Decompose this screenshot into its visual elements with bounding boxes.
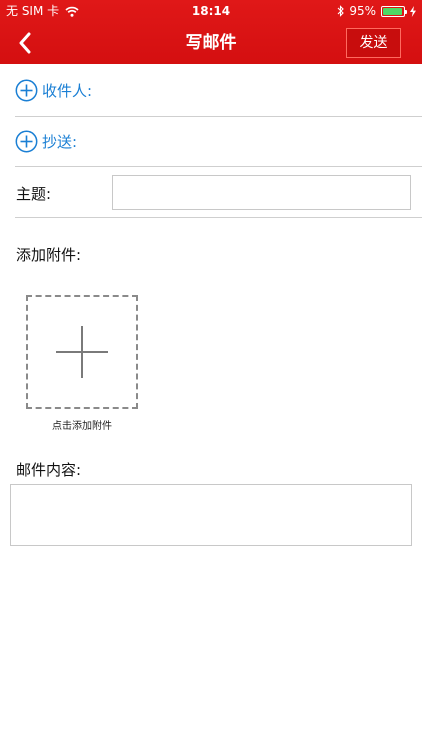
add-cc-button[interactable]: 抄送:	[15, 130, 77, 153]
cc-label: 抄送:	[42, 133, 78, 151]
battery-icon	[381, 5, 407, 17]
header: 无 SIM 卡 18:14 95% 写邮件 发送	[0, 0, 422, 64]
mail-content-input[interactable]	[10, 484, 412, 546]
add-recipient-button[interactable]: 收件人:	[15, 79, 92, 102]
content-label: 邮件内容:	[16, 461, 82, 479]
subject-row: 主题:	[15, 167, 422, 218]
battery-percent: 95%	[349, 4, 376, 18]
cc-row: 抄送:	[15, 117, 422, 167]
attachment-hint: 点击添加附件	[52, 421, 112, 432]
bluetooth-icon	[337, 5, 345, 17]
battery-fill	[383, 7, 402, 15]
plus-icon	[56, 326, 108, 378]
status-bar: 无 SIM 卡 18:14 95%	[0, 0, 422, 22]
recipient-label: 收件人:	[42, 82, 93, 100]
send-button[interactable]: 发送	[346, 28, 401, 58]
plus-circle-icon	[15, 79, 38, 102]
add-attachment-button[interactable]	[26, 295, 138, 409]
status-right: 95%	[337, 0, 416, 22]
recipient-row: 收件人:	[15, 66, 422, 117]
subject-input[interactable]	[112, 175, 411, 210]
subject-label: 主题:	[16, 185, 52, 203]
attachment-label: 添加附件:	[16, 246, 82, 264]
plus-circle-icon	[15, 130, 38, 153]
charging-bolt-icon	[410, 5, 416, 17]
nav-bar: 写邮件 发送	[0, 22, 422, 64]
